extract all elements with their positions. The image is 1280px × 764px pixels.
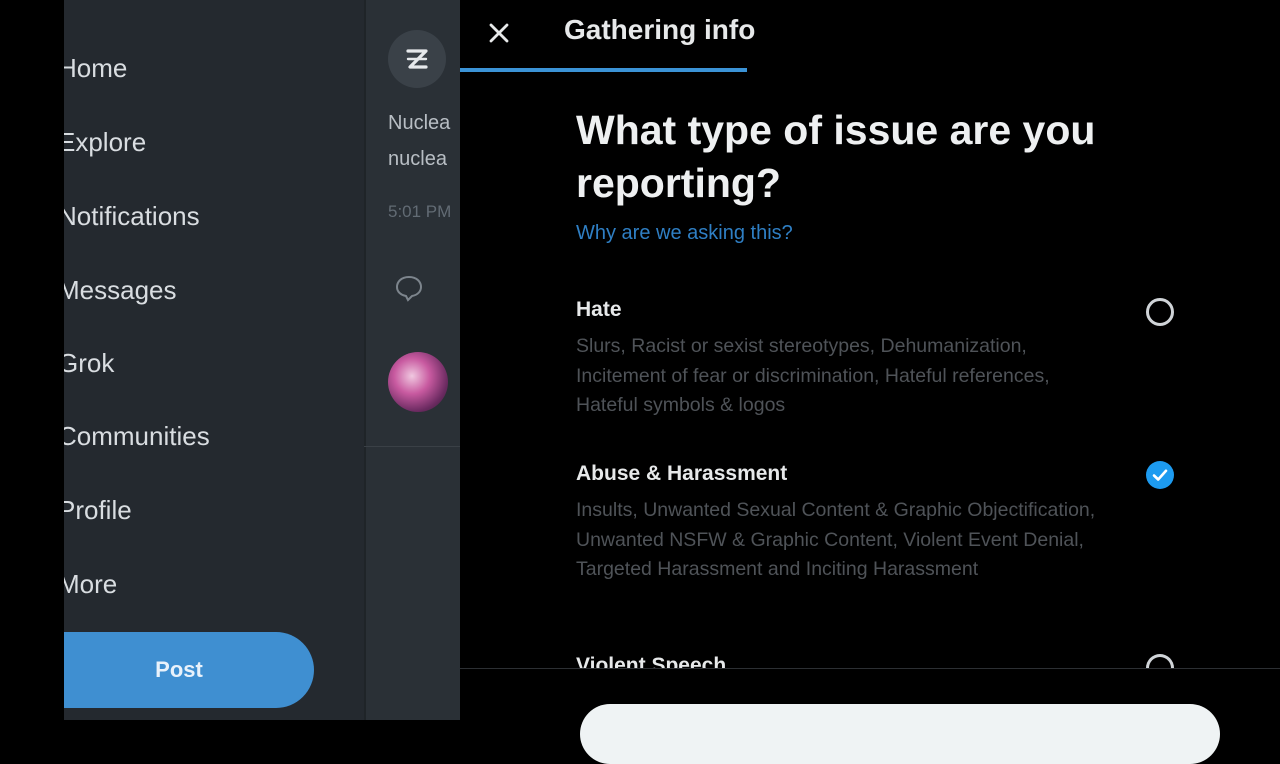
close-icon[interactable] <box>482 16 516 50</box>
why-asking-link[interactable]: Why are we asking this? <box>576 222 793 245</box>
post-timestamp: 5:01 PM <box>388 202 452 221</box>
post-button[interactable]: Post <box>64 632 314 708</box>
page-title: What type of issue are you reporting? <box>576 107 1096 206</box>
grok-icon[interactable] <box>388 30 446 88</box>
sidebar-item-grok[interactable]: Grok <box>64 343 114 383</box>
progress-fill <box>460 68 747 72</box>
option-description: Insults, Unwanted Sexual Content & Graph… <box>576 499 1096 580</box>
option-label: Violent Speech <box>576 654 727 668</box>
feed-column: Nuclea nuclea 5:01 PM <box>364 0 460 720</box>
avatar[interactable] <box>388 352 448 412</box>
progress-bar <box>460 68 1280 72</box>
sidebar-item-notifications[interactable]: Notifications <box>64 196 200 236</box>
option-violent-speech[interactable]: Violent Speech <box>576 654 1186 668</box>
sidebar-item-home[interactable]: Home <box>64 48 127 88</box>
sidebar: Home Explore Notifications Messages Grok… <box>64 0 364 720</box>
column-divider <box>364 0 366 720</box>
option-hate[interactable]: Hate Slurs, Racist or sexist stereotypes… <box>576 298 1186 421</box>
option-abuse-harassment[interactable]: Abuse & Harassment Insults, Unwanted Sex… <box>576 462 1186 585</box>
sidebar-item-more[interactable]: More <box>64 564 117 604</box>
feed-divider <box>364 446 460 447</box>
sidebar-item-messages[interactable]: Messages <box>64 270 177 310</box>
post-button-label: Post <box>155 657 203 682</box>
check-icon <box>1152 469 1168 481</box>
modal-title: Gathering info <box>564 14 756 45</box>
reply-icon[interactable] <box>394 274 424 307</box>
sidebar-item-communities[interactable]: Communities <box>64 416 210 456</box>
report-modal: Gathering info What type of issue are yo… <box>460 0 1280 764</box>
feed-post-text-line1: Nuclea <box>388 112 451 134</box>
option-label: Abuse & Harassment <box>576 462 788 485</box>
sidebar-item-profile[interactable]: Profile <box>64 490 132 530</box>
next-button[interactable] <box>580 704 1220 764</box>
option-label: Hate <box>576 298 622 321</box>
radio-hate[interactable] <box>1146 298 1174 326</box>
radio-abuse-harassment[interactable] <box>1146 461 1174 489</box>
option-description: Slurs, Racist or sexist stereotypes, Deh… <box>576 335 1050 416</box>
sidebar-item-explore[interactable]: Explore <box>64 122 146 162</box>
modal-footer-divider <box>460 668 1280 669</box>
feed-post-text-line2: nuclea <box>388 148 447 170</box>
